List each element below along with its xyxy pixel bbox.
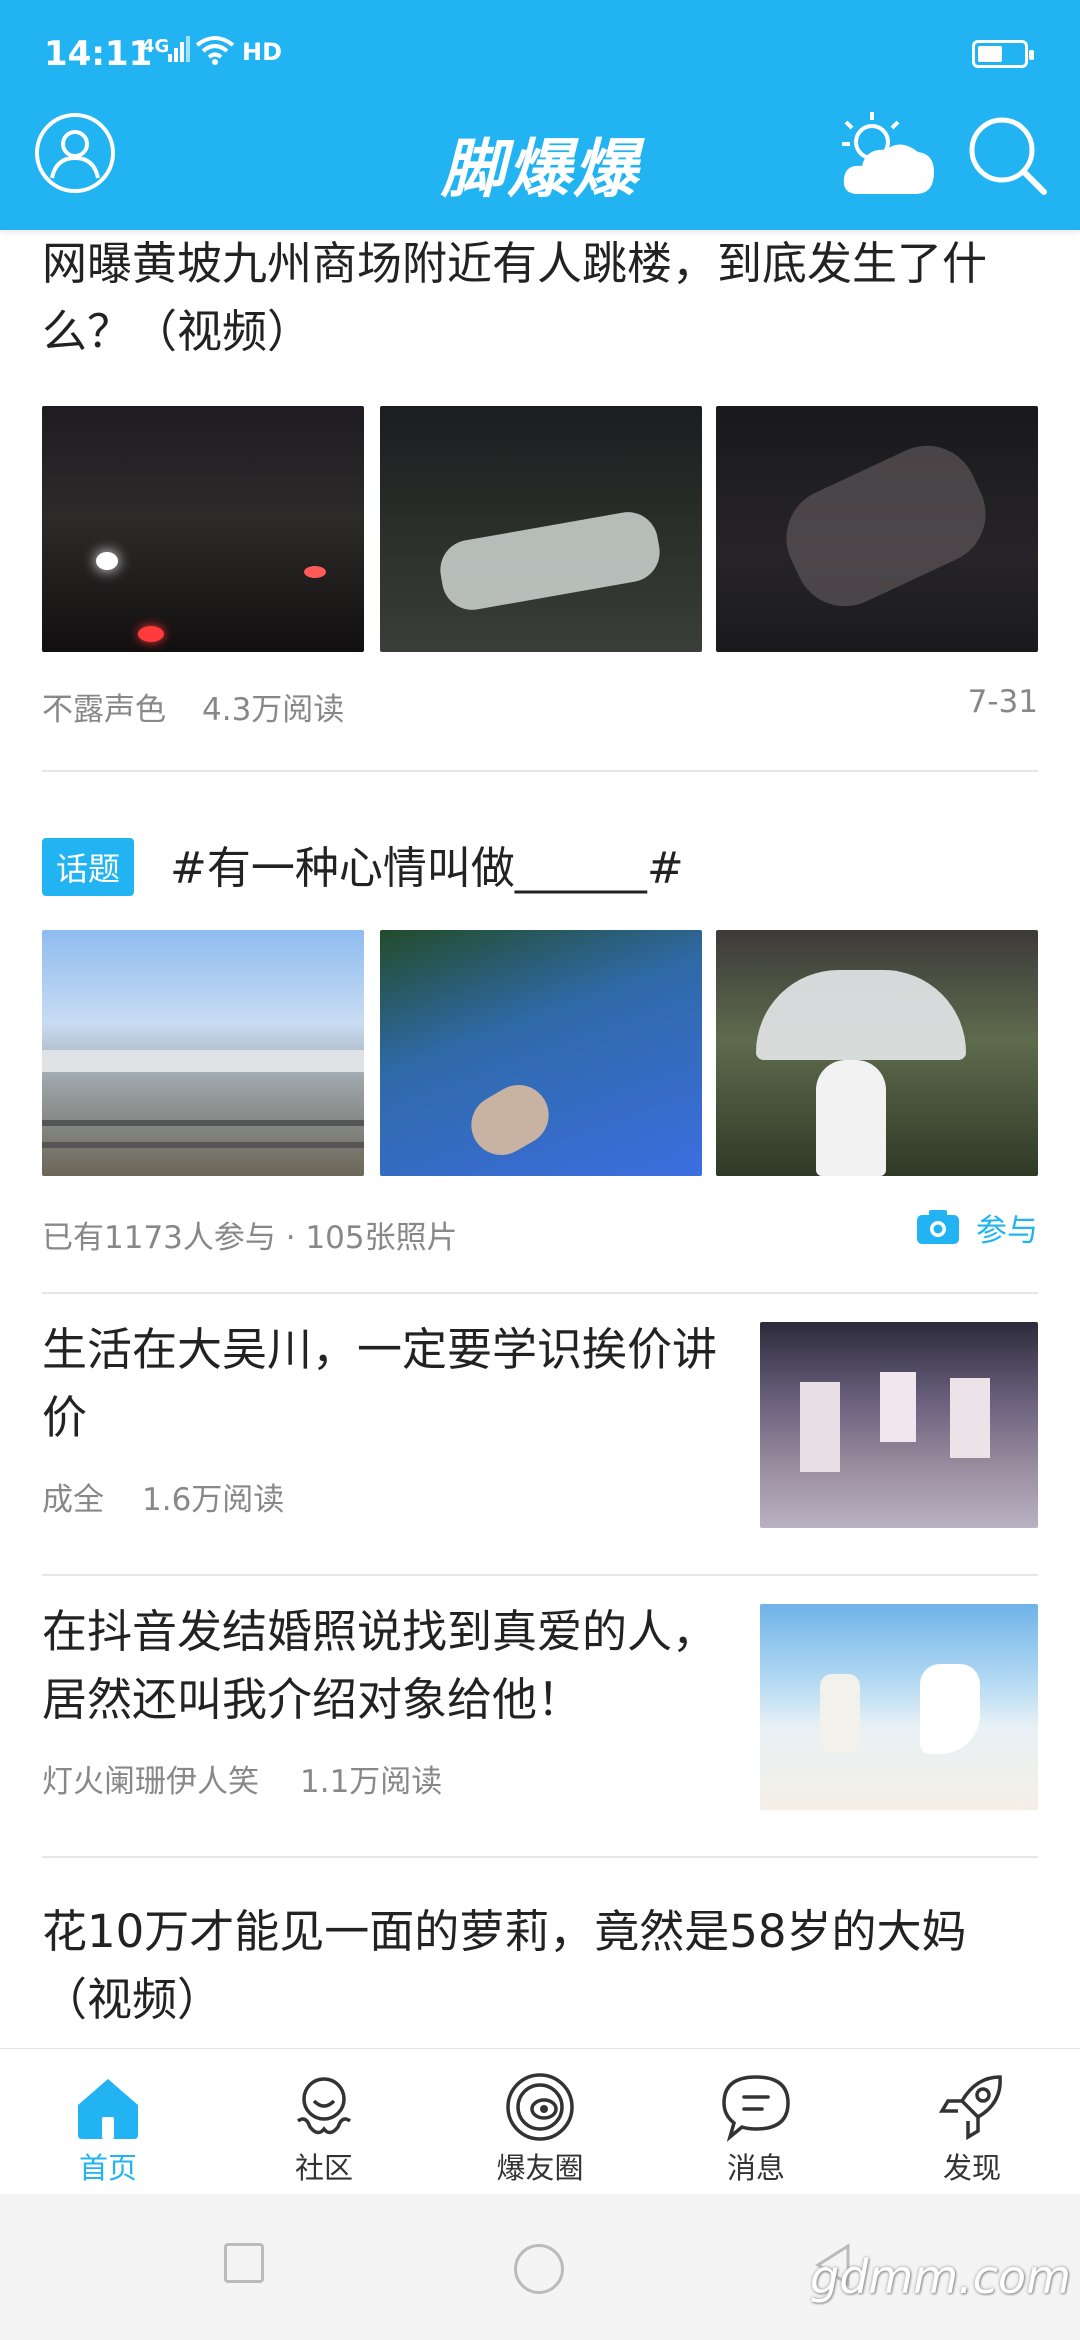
join-label: 参与 (976, 1212, 1038, 1249)
article-thumbnail[interactable] (760, 1322, 1038, 1528)
article-card[interactable]: 花10万才能见一面的萝莉，竟然是58岁的大妈（视频） (0, 1858, 1080, 2048)
message-icon (722, 2075, 790, 2142)
topic-badge: 话题 (42, 838, 135, 896)
article-title[interactable]: 在抖音发结婚照说找到真爱的人，居然还叫我介绍对象给他！ (42, 1598, 722, 1734)
article-reads: 1.1万阅读 (300, 1764, 443, 1800)
recent-apps-button[interactable] (224, 2243, 264, 2283)
join-topic-button[interactable]: 参与 (916, 1204, 1038, 1250)
tab-label: 消息 (726, 2151, 785, 2185)
article-title[interactable]: 网曝黄坡九州商场附近有人跳楼，到底发生了什么？（视频） (42, 230, 1042, 366)
topic-title[interactable]: #有一种心情叫做______# (170, 832, 684, 896)
wifi-icon (195, 36, 235, 65)
bottom-tab-bar: 首页 社区 爆友圈 消息 发现 (0, 2048, 1080, 2195)
article-card[interactable]: 在抖音发结婚照说找到真爱的人，居然还叫我介绍对象给他！ 灯火阑珊伊人笑 1.1万… (0, 1576, 1080, 1856)
hd-indicator: HD (242, 38, 283, 66)
app-header: 14:11 4G HD 脚爆爆 (0, 0, 1080, 230)
home-button[interactable] (514, 2244, 564, 2294)
camera-icon (917, 1210, 959, 1244)
article-author: 不露声色 (42, 692, 166, 728)
tab-home[interactable]: 首页 (0, 2049, 216, 2195)
article-reads: 1.6万阅读 (142, 1482, 285, 1518)
article-image-3[interactable] (716, 406, 1038, 652)
status-time: 14:11 (44, 34, 153, 74)
tab-label: 发现 (942, 2151, 1001, 2185)
news-feed[interactable]: 网曝黄坡九州商场附近有人跳楼，到底发生了什么？（视频） 不露声色 4.3万阅读 … (0, 230, 1080, 2048)
article-reads: 4.3万阅读 (202, 692, 345, 728)
article-author: 成全 (42, 1482, 104, 1518)
tab-label: 首页 (78, 2151, 137, 2185)
signal-icon (168, 36, 190, 62)
article-title[interactable]: 生活在大吴川，一定要学识挨价讲价 (42, 1316, 722, 1452)
article-card[interactable]: 生活在大吴川，一定要学识挨价讲价 成全 1.6万阅读 (0, 1294, 1080, 1574)
article-author: 灯火阑珊伊人笑 (42, 1764, 259, 1800)
tab-messages[interactable]: 消息 (648, 2049, 864, 2195)
tab-label: 爆友圈 (496, 2151, 584, 2185)
battery-icon (972, 40, 1034, 68)
weather-icon[interactable] (838, 108, 938, 204)
tab-label: 社区 (294, 2151, 353, 2185)
tab-friends-circle[interactable]: 爆友圈 (432, 2049, 648, 2195)
tab-community[interactable]: 社区 (216, 2049, 432, 2195)
topic-image-1[interactable] (42, 930, 364, 1176)
article-card[interactable]: 网曝黄坡九州商场附近有人跳楼，到底发生了什么？（视频） 不露声色 4.3万阅读 … (0, 230, 1080, 770)
network-type: 4G (142, 36, 170, 57)
article-thumbnail[interactable] (760, 1604, 1038, 1810)
article-image-2[interactable] (380, 406, 702, 652)
watermark: gdmm.com (810, 2250, 1071, 2304)
article-image-1[interactable] (42, 406, 364, 652)
topic-card[interactable]: 话题 #有一种心情叫做______# 已有1173人参与 · 105张照片 参与 (0, 772, 1080, 1292)
home-icon (78, 2079, 138, 2139)
topic-image-3[interactable] (716, 930, 1038, 1176)
article-title[interactable]: 花10万才能见一面的萝莉，竟然是58岁的大妈（视频） (42, 1898, 1042, 2034)
search-icon[interactable] (964, 112, 1050, 198)
topic-stats: 已有1173人参与 · 105张照片 (42, 1220, 458, 1256)
tab-discover[interactable]: 发现 (864, 2049, 1080, 2195)
community-icon (296, 2077, 352, 2135)
topic-image-2[interactable] (380, 930, 702, 1176)
planet-icon (506, 2073, 574, 2141)
article-date: 7-31 (967, 684, 1038, 720)
rocket-icon (938, 2075, 1002, 2141)
